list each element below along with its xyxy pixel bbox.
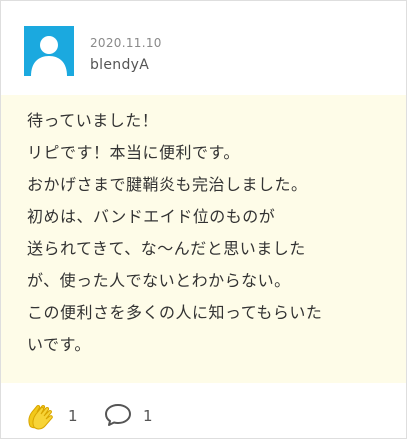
clapping-hands-icon[interactable] (26, 402, 54, 430)
review-text-line: この便利さを多くの人に知ってもらいた (27, 303, 323, 322)
review-text-line: 初めは、バンドエイド位のものが (27, 207, 276, 226)
review-date: 2020.11.10 (90, 36, 162, 50)
review-card: 2020.11.10 blendyA 待っていました！ リピです！本当に便利です… (0, 0, 407, 439)
review-text-line: リピです！本当に便利です。 (27, 143, 240, 162)
review-header: 2020.11.10 blendyA (1, 1, 406, 95)
username[interactable]: blendyA (90, 57, 149, 73)
review-actions: 1 1 (1, 383, 406, 438)
default-user-icon (31, 36, 67, 76)
speech-bubble-icon[interactable] (104, 403, 132, 427)
comment-count: 1 (143, 407, 153, 425)
review-text-line: が、使った人でないとわからない。 (27, 271, 291, 290)
review-text-line: おかげさまで腱鞘炎も完治しました。 (27, 175, 308, 194)
review-text-line: 送られてきて、な～んだと思いました (27, 239, 306, 258)
avatar[interactable] (24, 26, 74, 76)
review-text-line: いです。 (27, 335, 91, 354)
review-text-line: 待っていました！ (27, 111, 159, 130)
review-body: 待っていました！ リピです！本当に便利です。 おかげさまで腱鞘炎も完治しました。… (1, 95, 406, 383)
clap-count: 1 (68, 407, 78, 425)
